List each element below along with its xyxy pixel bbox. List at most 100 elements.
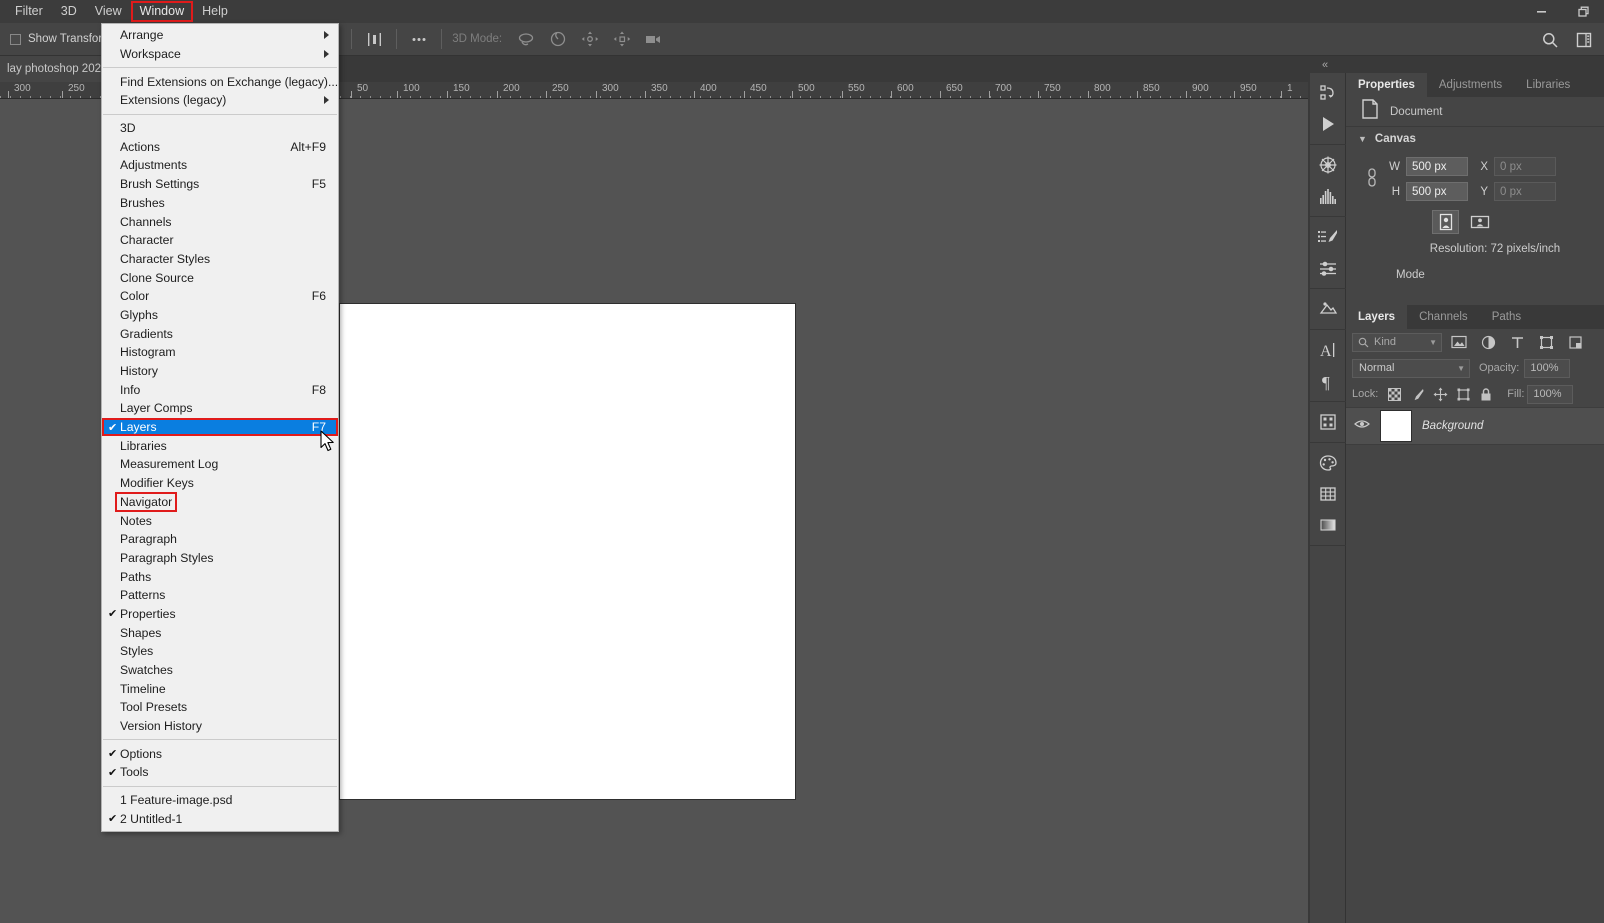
menu-item-modifier-keys[interactable]: Modifier Keys	[102, 474, 338, 493]
landscape-orientation-button[interactable]	[1466, 210, 1493, 234]
menu-view[interactable]: View	[86, 1, 131, 22]
tab-channels[interactable]: Channels	[1407, 305, 1480, 329]
3d-icon[interactable]	[1310, 149, 1346, 180]
tab-paths[interactable]: Paths	[1480, 305, 1533, 329]
menu-item-patterns[interactable]: Patterns	[102, 586, 338, 605]
menu-item-libraries[interactable]: Libraries	[102, 436, 338, 455]
layer-row[interactable]: Background	[1346, 407, 1604, 445]
canvas-section-header[interactable]: ▼ Canvas	[1346, 127, 1604, 151]
menu-item-tool-presets[interactable]: Tool Presets	[102, 698, 338, 717]
y-input[interactable]: 0 px	[1494, 182, 1556, 201]
orbit-3d-icon[interactable]	[510, 23, 542, 56]
pattern-icon[interactable]	[1310, 406, 1346, 437]
menu-item-history[interactable]: History	[102, 362, 338, 381]
menu-item-1-feature-image-psd[interactable]: 1 Feature-image.psd	[102, 791, 338, 810]
menu-item-layer-comps[interactable]: Layer Comps	[102, 399, 338, 418]
menu-item-extensions-legacy[interactable]: Extensions (legacy)	[102, 91, 338, 110]
brush-settings-icon[interactable]	[1310, 252, 1346, 283]
menu-item-histogram[interactable]: Histogram	[102, 343, 338, 362]
collapse-panels-button[interactable]: «	[1308, 56, 1604, 73]
menu-item-shapes[interactable]: Shapes	[102, 623, 338, 642]
menu-item-3d[interactable]: 3D	[102, 119, 338, 138]
menu-item-navigator[interactable]: Navigator	[102, 493, 338, 512]
menu-item-timeline[interactable]: Timeline	[102, 679, 338, 698]
grid-icon[interactable]	[1310, 478, 1346, 509]
menu-item-measurement-log[interactable]: Measurement Log	[102, 455, 338, 474]
menu-item-channels[interactable]: Channels	[102, 212, 338, 231]
brush-presets-icon[interactable]	[1310, 221, 1346, 252]
paragraph-icon[interactable]: ¶	[1310, 365, 1346, 396]
blend-mode-select[interactable]: Normal ▼	[1352, 359, 1470, 378]
width-input[interactable]: 500 px	[1406, 157, 1468, 176]
link-dimensions-icon[interactable]	[1365, 165, 1379, 196]
search-icon[interactable]	[1534, 23, 1566, 56]
menu-item-clone-source[interactable]: Clone Source	[102, 268, 338, 287]
menu-3d[interactable]: 3D	[52, 1, 86, 22]
camera-3d-icon[interactable]	[638, 23, 670, 56]
distribute-icon[interactable]	[358, 23, 390, 56]
menu-item-workspace[interactable]: Workspace	[102, 45, 338, 64]
histogram-icon[interactable]	[1310, 180, 1346, 211]
menu-window[interactable]: Window	[131, 1, 193, 22]
slide-3d-icon[interactable]	[606, 23, 638, 56]
menu-item-character[interactable]: Character	[102, 231, 338, 250]
menu-item-find-extensions-on-exchange-legacy[interactable]: Find Extensions on Exchange (legacy)...	[102, 72, 338, 91]
menu-item-actions[interactable]: ActionsAlt+F9	[102, 137, 338, 156]
minimize-icon[interactable]	[1520, 0, 1562, 23]
opacity-input[interactable]: 100%	[1524, 359, 1570, 378]
menu-item-tools[interactable]: ✔Tools	[102, 763, 338, 782]
gradient-icon[interactable]	[1310, 509, 1346, 540]
menu-item-version-history[interactable]: Version History	[102, 717, 338, 736]
menu-item-color[interactable]: ColorF6	[102, 287, 338, 306]
menu-item-paths[interactable]: Paths	[102, 567, 338, 586]
type-filter-icon[interactable]	[1505, 331, 1529, 353]
window-menu-dropdown[interactable]: ArrangeWorkspace Find Extensions on Excha…	[101, 23, 339, 832]
tab-adjustments[interactable]: Adjustments	[1427, 73, 1514, 97]
menu-item-2-untitled-1[interactable]: ✔2 Untitled-1	[102, 810, 338, 829]
menu-item-layers[interactable]: ✔LayersF7	[102, 418, 338, 437]
menu-item-arrange[interactable]: Arrange	[102, 26, 338, 45]
shape-filter-icon[interactable]	[1534, 331, 1558, 353]
restore-icon[interactable]	[1562, 0, 1604, 23]
menu-item-character-styles[interactable]: Character Styles	[102, 250, 338, 269]
tab-properties[interactable]: Properties	[1346, 73, 1427, 97]
pan-3d-icon[interactable]	[574, 23, 606, 56]
height-input[interactable]: 500 px	[1406, 182, 1468, 201]
tab-layers[interactable]: Layers	[1346, 305, 1407, 329]
portrait-orientation-button[interactable]	[1432, 210, 1459, 234]
menu-item-brushes[interactable]: Brushes	[102, 194, 338, 213]
tab-libraries[interactable]: Libraries	[1514, 73, 1582, 97]
document-canvas[interactable]	[340, 304, 795, 799]
lock-artboard-icon[interactable]	[1453, 384, 1473, 404]
adjustment-filter-icon[interactable]	[1476, 331, 1500, 353]
menu-item-paragraph[interactable]: Paragraph	[102, 530, 338, 549]
layer-thumbnail[interactable]	[1380, 410, 1412, 442]
layer-kind-filter[interactable]: Kind ▼	[1352, 333, 1442, 352]
clone-source-icon[interactable]	[1310, 293, 1346, 324]
history-icon[interactable]	[1310, 77, 1346, 108]
menu-item-properties[interactable]: ✔Properties	[102, 605, 338, 624]
lock-all-icon[interactable]	[1476, 384, 1496, 404]
smart-object-filter-icon[interactable]	[1563, 331, 1587, 353]
menu-item-swatches[interactable]: Swatches	[102, 661, 338, 680]
fill-input[interactable]: 100%	[1527, 385, 1573, 404]
pixel-filter-icon[interactable]	[1447, 331, 1471, 353]
lock-position-icon[interactable]	[1430, 384, 1450, 404]
menu-item-glyphs[interactable]: Glyphs	[102, 306, 338, 325]
menu-item-notes[interactable]: Notes	[102, 511, 338, 530]
layer-visibility-icon[interactable]	[1354, 417, 1370, 435]
roll-3d-icon[interactable]	[542, 23, 574, 56]
workspace-icon[interactable]	[1568, 23, 1600, 56]
menu-help[interactable]: Help	[193, 1, 237, 22]
character-icon[interactable]: A	[1310, 334, 1346, 365]
menu-item-gradients[interactable]: Gradients	[102, 324, 338, 343]
menu-filter[interactable]: Filter	[6, 1, 52, 22]
lock-image-icon[interactable]	[1407, 384, 1427, 404]
menu-item-options[interactable]: ✔Options	[102, 744, 338, 763]
swatches-icon[interactable]	[1310, 447, 1346, 478]
x-input[interactable]: 0 px	[1494, 157, 1556, 176]
menu-item-brush-settings[interactable]: Brush SettingsF5	[102, 175, 338, 194]
menu-item-adjustments[interactable]: Adjustments	[102, 156, 338, 175]
lock-transparency-icon[interactable]	[1384, 384, 1404, 404]
menu-item-styles[interactable]: Styles	[102, 642, 338, 661]
